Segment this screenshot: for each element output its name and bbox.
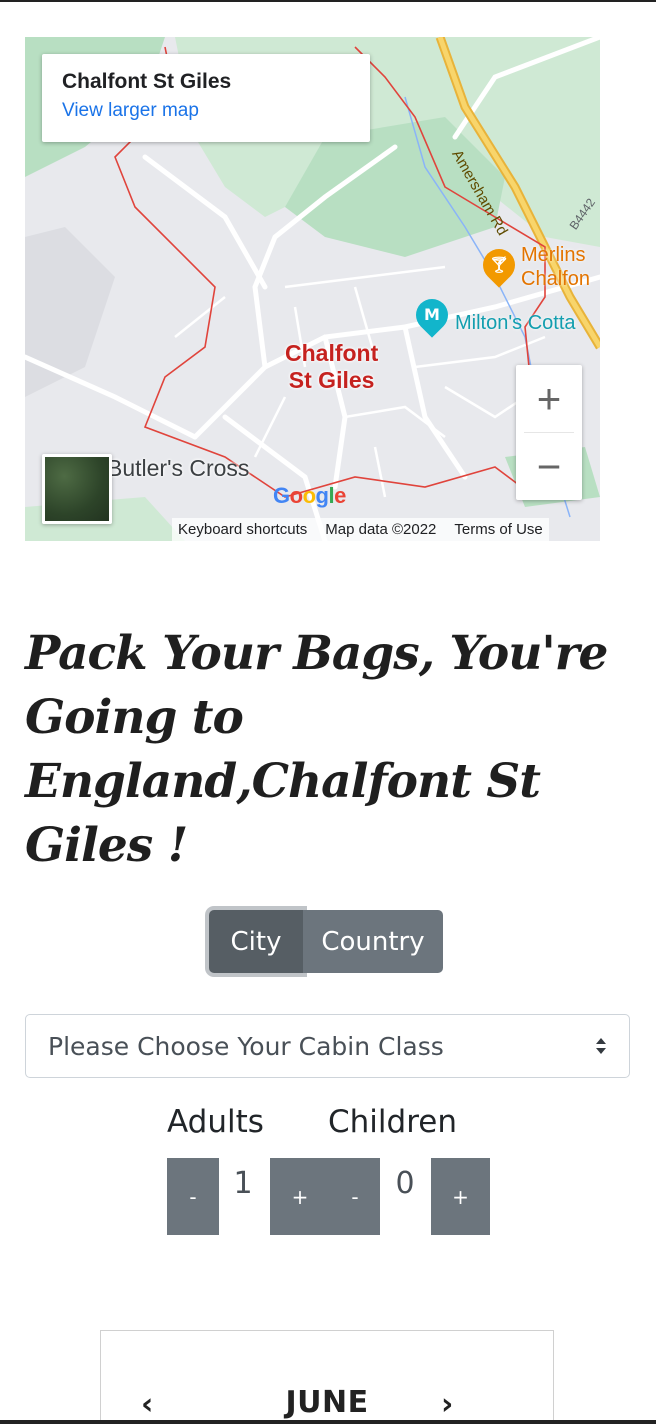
map-place-name: Chalfont St Giles — [62, 70, 232, 93]
adults-label: Adults — [167, 1104, 264, 1140]
google-logo: Google — [273, 483, 346, 508]
keyboard-shortcuts-link[interactable]: Keyboard shortcuts — [178, 521, 307, 538]
cabin-class-select[interactable]: Please Choose Your Cabin Class — [25, 1014, 630, 1078]
children-label: Children — [328, 1104, 457, 1140]
children-value[interactable]: 0 — [380, 1166, 430, 1201]
town-label-line2: St Giles — [288, 367, 375, 393]
map-poi-milton[interactable]: Milton's Cotta — [455, 312, 576, 335]
cabin-class-placeholder: Please Choose Your Cabin Class — [48, 1031, 444, 1061]
town-label-line1: Chalfont — [285, 340, 379, 366]
children-plus-button[interactable]: + — [431, 1158, 490, 1235]
map-zoom-control: + − — [516, 365, 582, 500]
page-heading: Pack Your Bags, You're Going to England,… — [25, 626, 608, 873]
city-option-button[interactable]: City — [209, 910, 303, 973]
adults-plus-button[interactable]: + — [270, 1158, 330, 1235]
map-attribution-bar: Keyboard shortcuts Map data ©2022 Terms … — [172, 518, 549, 541]
top-divider — [0, 0, 656, 2]
country-option-button[interactable]: Country — [303, 910, 443, 973]
adults-minus-button[interactable]: - — [167, 1158, 219, 1235]
zoom-out-button[interactable]: − — [516, 433, 582, 500]
satellite-toggle-thumbnail[interactable] — [42, 454, 112, 524]
children-minus-button[interactable]: - — [330, 1158, 380, 1235]
zoom-in-button[interactable]: + — [516, 365, 582, 432]
map-info-card: Chalfont St Giles View larger map — [42, 54, 370, 142]
poi-merlins-line2: Chalfon — [521, 268, 590, 290]
poi-merlins-line1: Merlins — [521, 244, 586, 266]
bottom-divider — [0, 1420, 656, 1424]
museum-pin-icon[interactable]: M — [409, 292, 455, 338]
adults-value[interactable]: 1 — [218, 1166, 268, 1201]
merlins-pin-icon[interactable]: 🍸︎ — [476, 242, 522, 288]
map-poi-merlins[interactable]: Merlins Chalfon — [521, 243, 590, 291]
view-larger-map-link[interactable]: View larger map — [62, 100, 350, 122]
terms-of-use-link[interactable]: Terms of Use — [454, 521, 542, 538]
trip-type-toggle: City Country — [209, 910, 443, 973]
map-town-label: Chalfont St Giles — [285, 340, 378, 394]
calendar-next-button[interactable]: › — [441, 1387, 453, 1422]
calendar-widget: ‹ JUNE › — [100, 1330, 554, 1424]
embedded-map[interactable]: Chalfont St Giles View larger map Amersh… — [25, 37, 600, 541]
map-butlers-cross-label: Butler's Cross — [107, 455, 250, 481]
calendar-month-label: JUNE — [285, 1385, 369, 1420]
select-caret-icon — [596, 1038, 606, 1054]
map-data-label: Map data ©2022 — [325, 521, 437, 538]
